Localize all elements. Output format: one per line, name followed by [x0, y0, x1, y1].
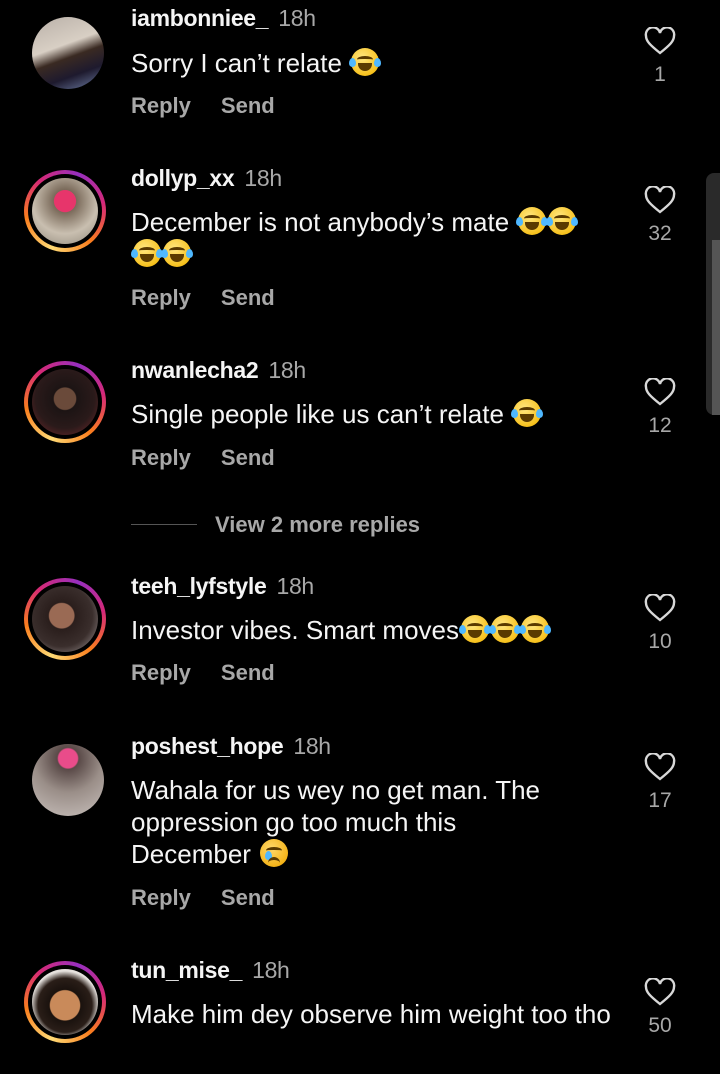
comment-text: Single people like us can’t relate [131, 398, 621, 430]
laughing-emoji-icon [459, 615, 491, 643]
like-count: 10 [648, 630, 672, 653]
like-button[interactable]: 1 [640, 27, 680, 87]
comment-timestamp: 18h [278, 5, 316, 31]
comment-timestamp: 18h [252, 957, 290, 983]
reply-button[interactable]: Reply [131, 445, 191, 470]
comment-timestamp: 18h [268, 357, 306, 383]
view-more-replies-button[interactable]: View 2 more replies [215, 512, 420, 538]
like-button[interactable]: 10 [640, 594, 680, 654]
heart-icon [644, 753, 676, 781]
avatar[interactable] [24, 578, 106, 660]
like-button[interactable]: 50 [640, 978, 680, 1038]
crying-emoji-icon [260, 839, 289, 867]
laughing-emoji-icon [349, 48, 382, 76]
avatar[interactable] [32, 744, 104, 816]
comment-text: Investor vibes. Smart moves [131, 614, 621, 646]
avatar[interactable] [24, 170, 106, 252]
avatar[interactable] [24, 961, 106, 1043]
like-count: 12 [648, 414, 672, 437]
comment-text: Sorry I can’t relate [131, 47, 621, 79]
laughing-emoji-icon [161, 239, 193, 267]
comment-username[interactable]: iambonniee_ 18h [131, 5, 316, 32]
comment-username[interactable]: nwanlecha2 18h [131, 357, 306, 384]
send-button[interactable]: Send [221, 93, 275, 118]
like-count: 17 [648, 789, 672, 812]
heart-icon [644, 186, 676, 214]
laughing-emoji-icon [519, 615, 551, 643]
comment-text: Make him dey observe him weight too tho [131, 999, 611, 1029]
send-button[interactable]: Send [221, 885, 275, 910]
avatar[interactable] [24, 361, 106, 443]
send-button[interactable]: Send [221, 660, 275, 685]
comment-timestamp: 18h [244, 165, 282, 191]
reply-button[interactable]: Reply [131, 93, 191, 118]
like-count: 32 [648, 222, 672, 245]
heart-icon [644, 594, 676, 622]
heart-icon [644, 27, 676, 55]
like-count: 50 [648, 1014, 672, 1037]
like-button[interactable]: 32 [640, 186, 680, 246]
comment-username[interactable]: teeh_lyfstyle 18h [131, 573, 314, 600]
laughing-emoji-icon [489, 615, 521, 643]
like-count: 1 [654, 63, 666, 86]
laughing-emoji-icon [516, 207, 549, 235]
comment-username[interactable]: poshest_hope 18h [131, 733, 331, 760]
like-button[interactable]: 12 [640, 378, 680, 438]
comment-text: Wahala for us wey no get man. The oppres… [131, 775, 540, 869]
laughing-emoji-icon [546, 207, 579, 235]
comment-timestamp: 18h [276, 573, 314, 599]
send-button[interactable]: Send [221, 285, 275, 310]
laughing-emoji-icon [511, 399, 544, 427]
comment-timestamp: 18h [293, 733, 331, 759]
like-button[interactable]: 17 [640, 753, 680, 813]
reply-button[interactable]: Reply [131, 885, 191, 910]
reply-button[interactable]: Reply [131, 285, 191, 310]
comment-text: December is not anybody’s mate [131, 206, 621, 270]
laughing-emoji-icon [131, 239, 163, 267]
comment-username[interactable]: tun_mise_ 18h [131, 957, 290, 984]
heart-icon [644, 378, 676, 406]
send-button[interactable]: Send [221, 445, 275, 470]
replies-divider [131, 524, 197, 525]
scrollbar-thumb[interactable] [712, 240, 720, 415]
reply-button[interactable]: Reply [131, 660, 191, 685]
heart-icon [644, 978, 676, 1006]
avatar[interactable] [32, 17, 104, 89]
comment-username[interactable]: dollyp_xx 18h [131, 165, 282, 192]
